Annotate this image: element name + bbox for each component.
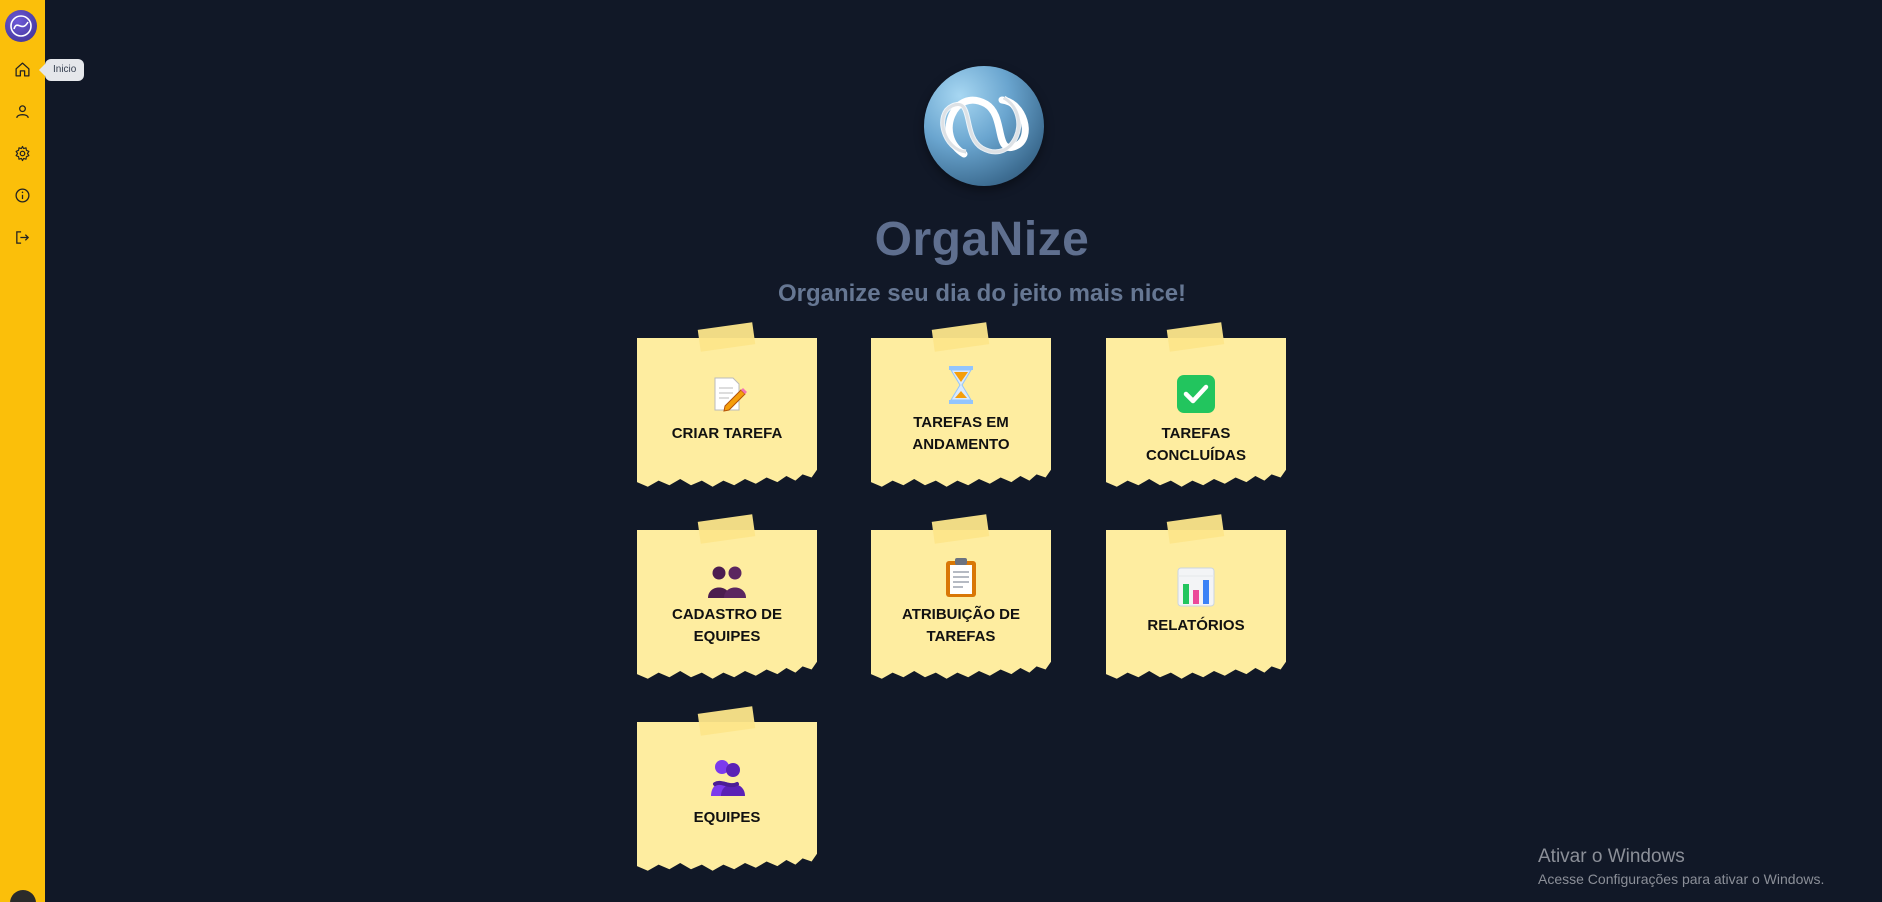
card-label: EQUIPES — [693, 809, 761, 826]
windows-activation-watermark: Ativar o Windows Acesse Configurações pa… — [1538, 846, 1824, 887]
home-icon — [14, 61, 30, 77]
sidebar-item-profile[interactable] — [11, 100, 33, 122]
memo-pencil-icon — [637, 374, 817, 414]
card-label: TAREFAS CONCLUÍDAS — [1146, 425, 1246, 464]
card-tarefas-concluidas[interactable]: TAREFAS CONCLUÍDAS — [1106, 322, 1286, 493]
card-label: CRIAR TAREFA — [671, 425, 783, 442]
sidebar-item-info[interactable] — [11, 184, 33, 206]
card-criar-tarefa[interactable]: CRIAR TAREFA — [637, 322, 817, 493]
note-paper — [637, 338, 817, 487]
hero-logo — [924, 66, 1044, 186]
watermark-title: Ativar o Windows — [1538, 846, 1685, 867]
tooltip-home: Inicio — [38, 59, 85, 81]
card-label: ATRIBUIÇÃO DE TAREFAS — [901, 606, 1021, 645]
card-atribuicao-de-tarefas[interactable]: ATRIBUIÇÃO DE TAREFAS — [871, 514, 1051, 685]
sidebar — [0, 0, 45, 902]
note-paper — [637, 722, 817, 871]
card-relatorios[interactable]: RELATÓRIOS — [1106, 514, 1286, 685]
avatar[interactable] — [10, 890, 36, 902]
clipboard-icon — [871, 556, 1051, 598]
hourglass-icon — [871, 364, 1051, 406]
card-equipes[interactable]: EQUIPES — [637, 706, 817, 877]
card-cadastro-de-equipes[interactable]: CADASTRO DE EQUIPES — [637, 514, 817, 685]
info-icon — [14, 187, 30, 203]
card-label: CADASTRO DE EQUIPES — [671, 606, 782, 645]
organize-logo[interactable] — [5, 10, 37, 42]
card-tarefas-em-andamento[interactable]: TAREFAS EM ANDAMENTO — [871, 322, 1051, 493]
watermark-subtitle: Acesse Configurações para ativar o Windo… — [1538, 871, 1825, 887]
user-icon — [15, 104, 29, 118]
gear-icon — [15, 145, 29, 161]
bar-chart-icon — [1106, 566, 1286, 608]
people-hugging-icon — [637, 758, 817, 798]
note-paper — [1106, 338, 1286, 487]
sidebar-item-settings[interactable] — [11, 142, 33, 164]
card-label: RELATÓRIOS — [1147, 617, 1245, 634]
people-icon — [637, 564, 817, 600]
sidebar-item-home[interactable] — [11, 58, 33, 80]
check-mark-icon — [1106, 374, 1286, 414]
card-label: TAREFAS EM ANDAMENTO — [912, 414, 1010, 453]
page-title: OrgaNize — [874, 213, 1090, 266]
page-subtitle: Organize seu dia do jeito mais nice! — [777, 280, 1187, 307]
